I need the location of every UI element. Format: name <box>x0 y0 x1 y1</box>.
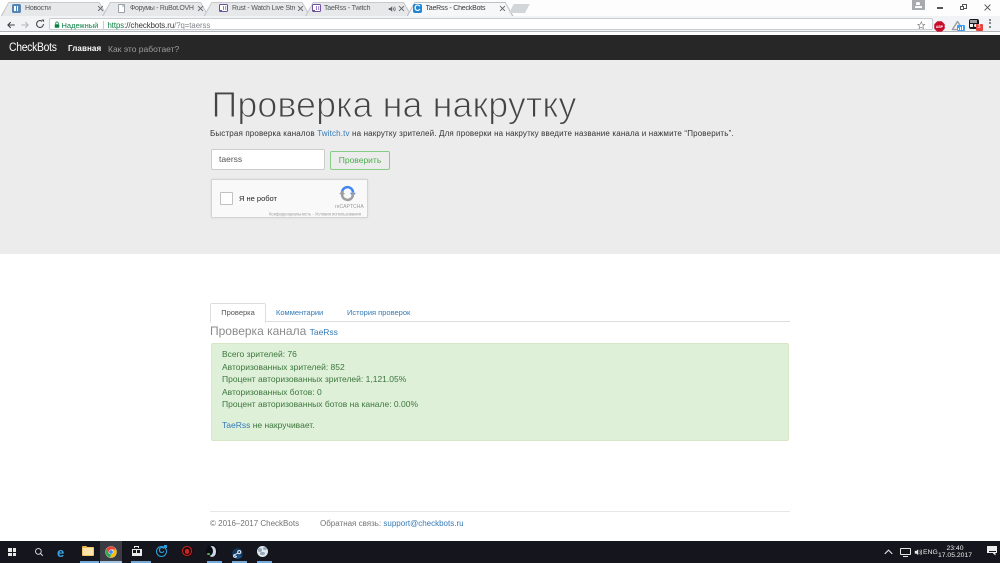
svg-text:ABP: ABP <box>936 25 944 29</box>
